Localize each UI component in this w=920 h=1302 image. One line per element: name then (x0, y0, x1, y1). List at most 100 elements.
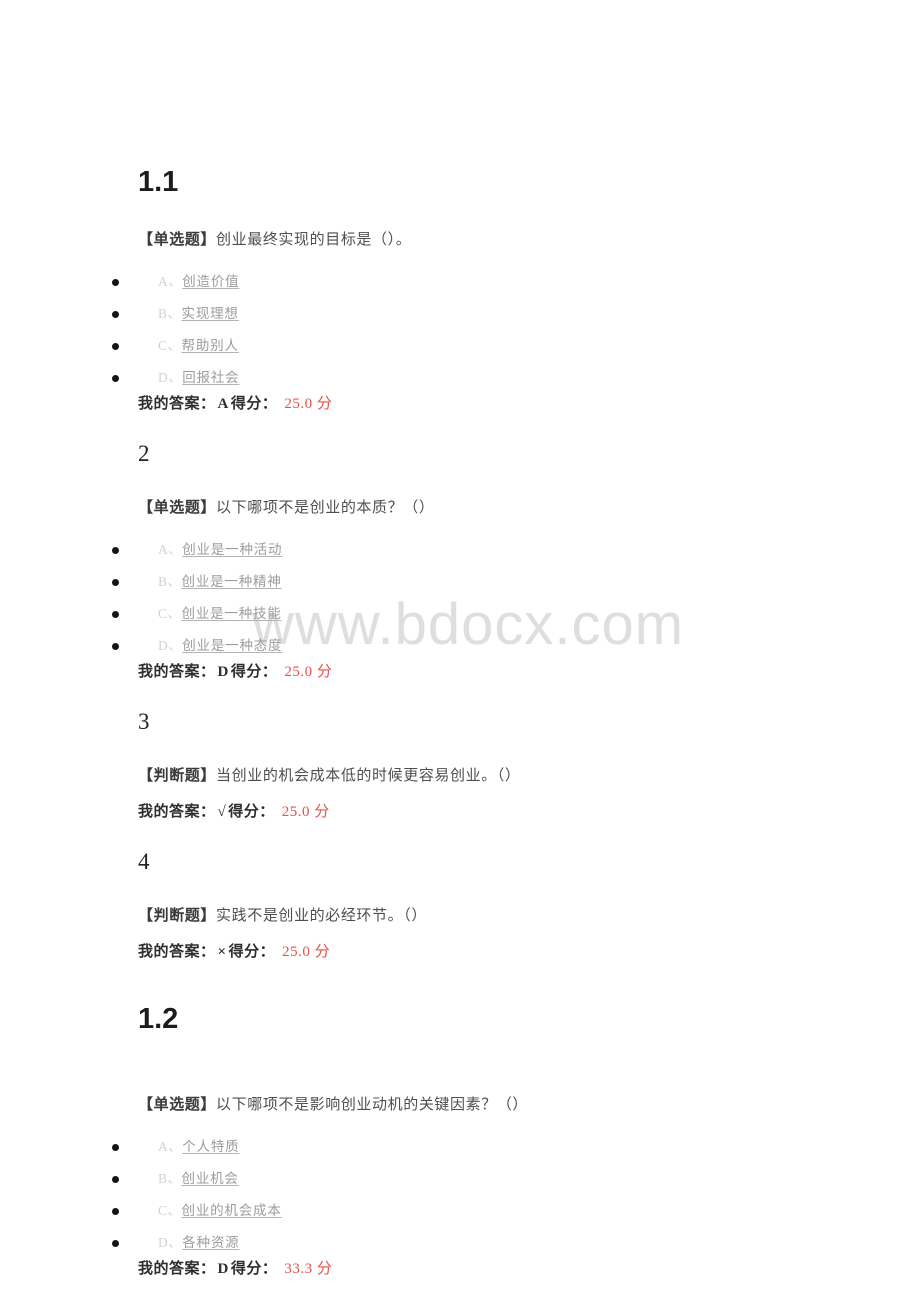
score-value: 33.3 分 (284, 1260, 333, 1277)
question-prompt: 【单选题】创业最终实现的目标是（）。 (138, 229, 810, 252)
bullet-icon (112, 278, 119, 286)
answer-line: 我的答案： D 得分： 33.3 分 (138, 1259, 810, 1280)
section-1-2: 1.2 【单选题】以下哪项不是影响创业动机的关键因素？（） A、 个人特质 B、 (0, 1003, 920, 1280)
option-text[interactable]: 实现理想 (182, 307, 239, 321)
score-value: 25.0 分 (284, 395, 333, 412)
question-item: 【单选题】以下哪项不是影响创业动机的关键因素？（） A、 个人特质 B、 创业机… (112, 1094, 810, 1280)
answer-value: A (217, 395, 229, 412)
option-item[interactable]: A、 创业是一种活动 (112, 534, 810, 566)
option-text[interactable]: 创业是一种精神 (182, 575, 282, 589)
option-text[interactable]: 个人特质 (182, 1140, 239, 1154)
bullet-icon (112, 374, 119, 382)
score-label: 得分： (228, 943, 276, 960)
option-label: D、 (158, 1234, 183, 1250)
bullet-icon (112, 546, 119, 554)
question-item: 2 【单选题】以下哪项不是创业的本质？（） A、 创业是一种活动 B、 创业是一… (112, 440, 810, 683)
option-label: A、 (158, 542, 183, 558)
answer-label: 我的答案： (138, 943, 216, 960)
option-item[interactable]: C、 帮助别人 (112, 330, 810, 362)
option-label: D、 (158, 370, 183, 386)
option-item[interactable]: B、 实现理想 (112, 298, 810, 330)
option-item[interactable]: A、 创造价值 (112, 266, 810, 298)
option-item[interactable]: D、 创业是一种态度 (112, 630, 810, 662)
option-label: C、 (158, 1202, 182, 1218)
answer-line: 我的答案： A 得分： 25.0 分 (138, 394, 810, 415)
question-text: 当创业的机会成本低的时候更容易创业。（） (216, 768, 521, 785)
bullet-icon (112, 642, 119, 650)
option-label: A、 (158, 274, 183, 290)
section-heading: 1.1 (138, 166, 179, 198)
question-number: 3 (138, 708, 150, 734)
question-prompt: 【判断题】当创业的机会成本低的时候更容易创业。（） (138, 765, 810, 788)
question-number: 4 (138, 848, 150, 874)
document-content: 1.1 【单选题】创业最终实现的目标是（）。 A、 创造价值 B、 实现理想 C… (0, 0, 920, 1280)
answer-label: 我的答案： (138, 1260, 216, 1277)
bullet-icon (112, 1239, 119, 1247)
question-prompt: 【单选题】以下哪项不是创业的本质？（） (138, 497, 810, 520)
score-label: 得分： (230, 395, 278, 412)
score-label: 得分： (230, 663, 278, 680)
question-number: 2 (138, 440, 150, 466)
question-text: 创业最终实现的目标是（）。 (216, 232, 412, 249)
option-item[interactable]: D、 各种资源 (112, 1227, 810, 1259)
answer-value: × (217, 943, 227, 960)
option-label: D、 (158, 638, 183, 654)
bullet-icon (112, 1207, 119, 1215)
answer-line: 我的答案： × 得分： 25.0 分 (138, 942, 810, 963)
option-label: C、 (158, 338, 182, 354)
option-text[interactable]: 创业是一种技能 (182, 607, 282, 621)
answer-value: D (217, 1260, 229, 1277)
question-type-tag: 【单选题】 (138, 232, 217, 249)
question-prompt: 【判断题】实践不是创业的必经环节。（） (138, 905, 810, 928)
answer-label: 我的答案： (138, 803, 216, 820)
score-label: 得分： (228, 803, 275, 820)
question-prompt: 【单选题】以下哪项不是影响创业动机的关键因素？（） (138, 1094, 810, 1117)
bullet-icon (112, 342, 119, 350)
option-list: A、 创业是一种活动 B、 创业是一种精神 C、 创业是一种技能 D、 创业是一… (112, 534, 810, 662)
bullet-icon (112, 1175, 119, 1183)
option-list: A、 创造价值 B、 实现理想 C、 帮助别人 D、 回报社会 (112, 266, 810, 394)
option-item[interactable]: D、 回报社会 (112, 362, 810, 394)
option-text[interactable]: 创业的机会成本 (182, 1204, 282, 1218)
option-text[interactable]: 回报社会 (182, 371, 239, 385)
answer-label: 我的答案： (138, 663, 216, 680)
option-text[interactable]: 创业机会 (182, 1172, 239, 1186)
bullet-icon (112, 1143, 119, 1151)
option-label: B、 (158, 1170, 182, 1186)
answer-label: 我的答案： (138, 395, 216, 412)
option-item[interactable]: B、 创业是一种精神 (112, 566, 810, 598)
question-type-tag: 【判断题】 (138, 768, 217, 785)
option-text[interactable]: 帮助别人 (182, 339, 239, 353)
question-item: 【单选题】创业最终实现的目标是（）。 A、 创造价值 B、 实现理想 C、 帮助… (112, 229, 810, 415)
option-text[interactable]: 创业是一种活动 (182, 543, 282, 557)
option-item[interactable]: A、 个人特质 (112, 1131, 810, 1163)
bullet-icon (112, 310, 119, 318)
bullet-icon (112, 578, 119, 586)
question-type-tag: 【单选题】 (138, 500, 217, 517)
question-type-tag: 【判断题】 (138, 908, 217, 925)
option-item[interactable]: B、 创业机会 (112, 1163, 810, 1195)
question-text: 实践不是创业的必经环节。（） (216, 908, 427, 925)
question-type-tag: 【单选题】 (138, 1097, 217, 1113)
question-text: 以下哪项不是创业的本质？（） (216, 500, 435, 517)
option-item[interactable]: C、 创业的机会成本 (112, 1195, 810, 1227)
answer-line: 我的答案： √ 得分： 25.0 分 (138, 802, 810, 823)
question-text: 以下哪项不是影响创业动机的关键因素？（） (216, 1097, 529, 1113)
score-value: 25.0 分 (281, 803, 330, 820)
score-value: 25.0 分 (282, 943, 331, 960)
option-item[interactable]: C、 创业是一种技能 (112, 598, 810, 630)
option-text[interactable]: 创业是一种态度 (182, 639, 282, 653)
option-list: A、 个人特质 B、 创业机会 C、 创业的机会成本 D、 各种资源 (112, 1131, 810, 1259)
option-label: B、 (158, 574, 182, 590)
score-label: 得分： (230, 1260, 278, 1277)
question-item: 4 【判断题】实践不是创业的必经环节。（） 我的答案： × 得分： 25.0 分 (138, 849, 810, 963)
document-page: www.bdocx.com 1.1 【单选题】创业最终实现的目标是（）。 A、 … (0, 0, 920, 1302)
option-label: A、 (158, 1138, 183, 1154)
option-text[interactable]: 各种资源 (182, 1236, 239, 1250)
score-value: 25.0 分 (284, 663, 333, 680)
answer-value: √ (217, 803, 227, 820)
option-text[interactable]: 创造价值 (182, 275, 239, 289)
section-1-1: 1.1 【单选题】创业最终实现的目标是（）。 A、 创造价值 B、 实现理想 C… (0, 166, 920, 963)
section-heading: 1.2 (138, 1002, 179, 1035)
answer-value: D (217, 663, 229, 680)
